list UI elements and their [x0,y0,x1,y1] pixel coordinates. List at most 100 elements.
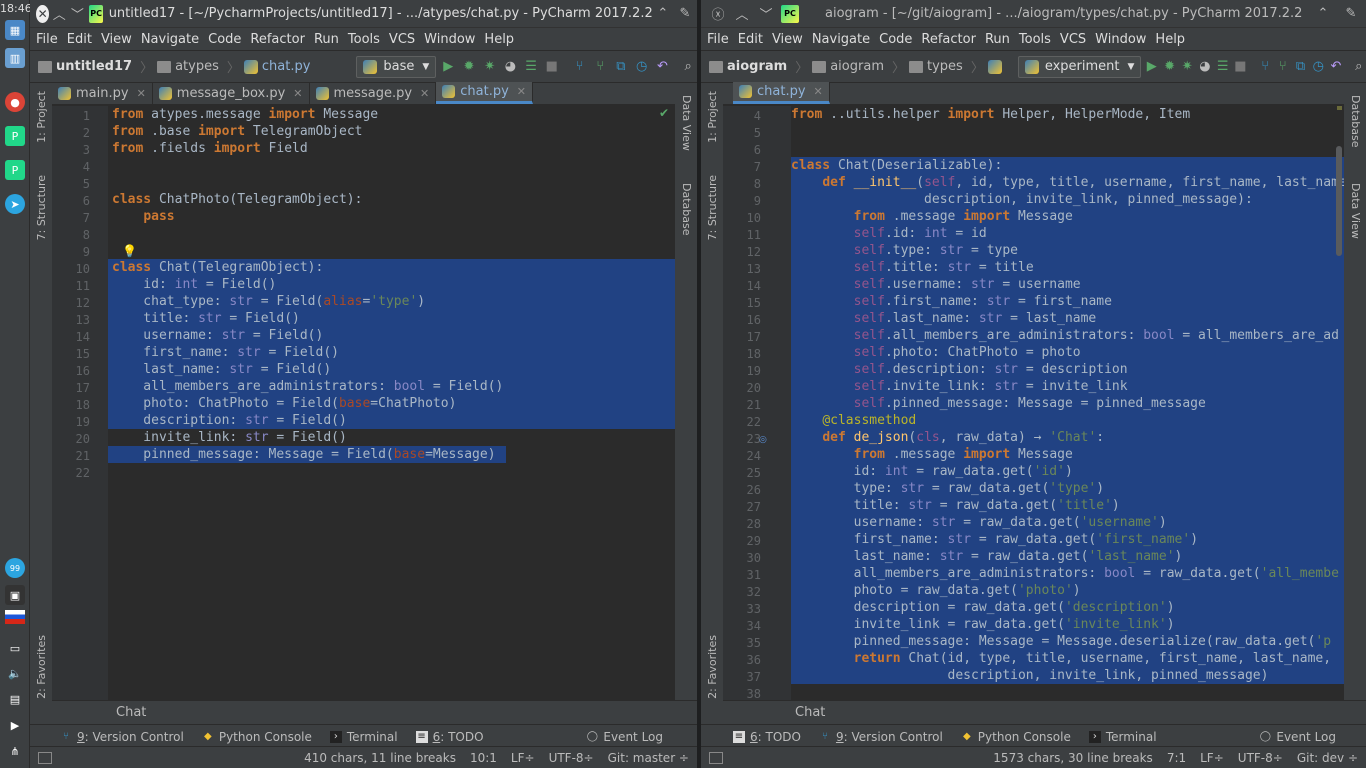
vcs-commit-icon[interactable]: ⑂ [591,56,609,78]
close-window-icon[interactable]: ⓧ [707,3,729,25]
menu-help[interactable]: Help [484,32,514,47]
vcs-compare-icon[interactable]: ⧉ [612,56,630,78]
vcs-commit-icon[interactable]: ⑂ [1275,56,1290,78]
code-line[interactable]: class Chat(TelegramObject): [112,259,675,276]
todo-tab[interactable]: ≡ 6: TODO [415,730,484,744]
tab-message-py[interactable]: message.py ✕ [310,82,437,104]
run-icon[interactable]: ▶ [1144,56,1159,78]
code-line[interactable] [112,157,675,174]
menu-help[interactable]: Help [1155,32,1185,47]
volume-icon[interactable]: 🔈 [5,663,25,683]
code-line[interactable]: pinned_message: Message = Field(base=Mes… [112,446,675,463]
pycharm-icon[interactable]: P [5,126,25,146]
concurrency-icon[interactable]: ☰ [522,56,540,78]
python-console-tab[interactable]: ◆ Python Console [961,730,1071,744]
code-line[interactable]: username: str = Field() [112,327,675,344]
menu-refactor[interactable]: Refactor [250,32,305,47]
code-line[interactable] [112,174,675,191]
code-line[interactable]: last_name: str = raw_data.get('last_name… [791,548,1344,565]
vcs-update-icon[interactable]: ⑂ [1258,56,1273,78]
monitor-icon[interactable]: ▣ [5,585,25,605]
code-line[interactable]: from ..utils.helper import Helper, Helpe… [791,106,1344,123]
notification-badge-icon[interactable]: 99 [5,558,25,578]
vertical-scrollbar[interactable] [1336,146,1342,256]
breadcrumb-folder[interactable]: types [909,59,963,74]
status-git-branch[interactable]: Git: master ÷ [608,751,689,765]
code-editor[interactable]: from atypes.message import Message from .… [108,106,675,706]
structure-label[interactable]: Chat [116,705,146,720]
debug-icon[interactable]: ✹ [460,56,478,78]
menu-edit[interactable]: Edit [738,32,763,47]
code-editor[interactable]: from ..utils.helper import Helper, Helpe… [791,106,1344,706]
code-line[interactable]: self.first_name: str = first_name [791,293,1344,310]
code-line[interactable]: invite_link: str = Field() [112,429,675,446]
menu-vcs[interactable]: VCS [1060,32,1086,47]
tab-main-py[interactable]: main.py ✕ [52,82,153,104]
code-line[interactable]: username: str = raw_data.get('username') [791,514,1344,531]
close-tab-icon[interactable]: ✕ [137,87,146,100]
vcs-history-icon[interactable]: ◷ [633,56,651,78]
run-icon[interactable]: ▶ [439,56,457,78]
shade-icon[interactable]: ⌃ [655,3,671,25]
code-line[interactable]: self.all_members_are_administrators: boo… [791,327,1344,344]
data-view-tool-button[interactable]: Data View [1349,183,1362,239]
telegram-icon[interactable]: ➤ [5,194,25,214]
stop-icon[interactable]: ■ [1233,56,1248,78]
menu-file[interactable]: File [707,32,729,47]
code-line[interactable]: photo = raw_data.get('photo') [791,582,1344,599]
favorites-tool-button[interactable]: 2: Favorites [35,635,48,699]
concurrency-icon[interactable]: ☰ [1215,56,1230,78]
close-tab-icon[interactable]: ✕ [420,87,429,100]
share-icon[interactable]: ⋔ [5,741,25,761]
coverage-icon[interactable]: ✷ [1180,56,1195,78]
code-content[interactable]: from ..utils.helper import Helper, Helpe… [791,106,1344,701]
coverage-icon[interactable]: ✷ [481,56,499,78]
workspace-icon[interactable]: ▦ [5,20,25,40]
code-line[interactable]: id: int = raw_data.get('id') [791,463,1344,480]
menu-run[interactable]: Run [314,32,339,47]
warning-marker[interactable] [1337,106,1342,110]
expand-arrow-icon[interactable]: ▶ [5,715,25,735]
code-line[interactable]: def de_json(cls, raw_data) → 'Chat': [791,429,1344,446]
battery-icon[interactable]: ▭ [5,638,25,658]
code-line[interactable]: invite_link = raw_data.get('invite_link'… [791,616,1344,633]
workspace-switch-icon[interactable]: ▥ [5,48,25,68]
code-line[interactable]: description, invite_link, pinned_message… [791,191,1344,208]
code-line[interactable]: self.pinned_message: Message = pinned_me… [791,395,1344,412]
structure-label[interactable]: Chat [795,705,825,720]
code-line[interactable]: class ChatPhoto(TelegramObject): [112,191,675,208]
project-tool-button[interactable]: 1: Project [35,91,48,143]
inspection-ok-icon[interactable]: ✔ [659,106,669,120]
code-line[interactable]: description: str = Field() [112,412,675,429]
tool-windows-toggle-icon[interactable] [709,751,723,764]
code-line[interactable]: self.invite_link: str = invite_link [791,378,1344,395]
tab-chat-py[interactable]: chat.py ✕ [436,82,533,104]
code-line[interactable] [112,242,675,259]
event-log-tab[interactable]: ◯ Event Log [1259,730,1336,744]
code-line[interactable]: pinned_message: Message = Message.deseri… [791,633,1344,650]
code-line[interactable]: @classmethod [791,412,1344,429]
close-window-button[interactable]: ✕ [36,4,50,23]
menu-file[interactable]: File [36,32,58,47]
vcs-update-icon[interactable]: ⑂ [571,56,589,78]
intention-bulb-icon[interactable]: 💡 [122,244,137,258]
run-configuration-select[interactable]: experiment ▼ [1017,55,1142,78]
status-encoding[interactable]: UTF-8÷ [1238,751,1283,765]
code-line[interactable]: self.last_name: str = last_name [791,310,1344,327]
pycharm-icon-2[interactable]: P [5,160,25,180]
vcs-history-icon[interactable]: ◷ [1311,56,1326,78]
code-line[interactable]: from atypes.message import Message [112,106,675,123]
pin-icon[interactable]: ✎ [1340,3,1362,25]
search-icon[interactable]: ⌕ [1351,56,1366,78]
run-configuration-select[interactable]: base ▼ [356,55,437,78]
code-line[interactable]: from .fields import Field [112,140,675,157]
status-cursor-position[interactable]: 10:1 [470,751,497,765]
code-line[interactable]: first_name: str = Field() [112,344,675,361]
close-tab-icon[interactable]: ✕ [293,87,302,100]
menu-code[interactable]: Code [879,32,912,47]
database-tool-button[interactable]: Database [1349,95,1362,148]
code-line[interactable]: chat_type: str = Field(alias='type') [112,293,675,310]
menu-window[interactable]: Window [1095,32,1146,47]
code-line[interactable]: last_name: str = Field() [112,361,675,378]
maximize-icon[interactable]: ︿ [51,3,67,25]
